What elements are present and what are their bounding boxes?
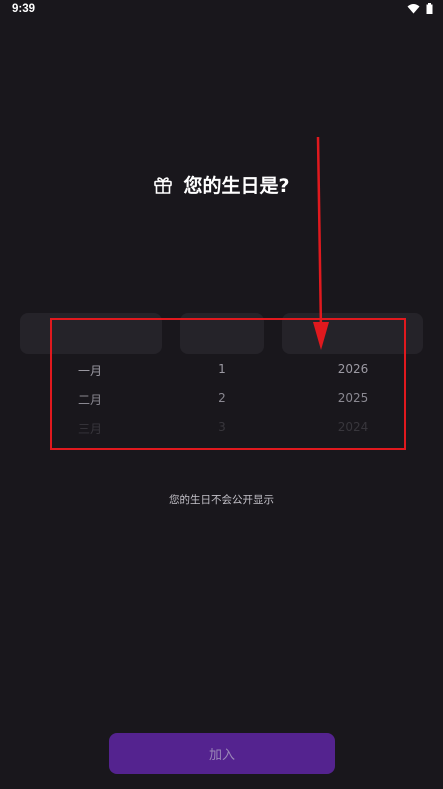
title: 您的生日是? xyxy=(0,171,443,198)
gift-icon xyxy=(154,176,173,194)
annotation-arrow-icon xyxy=(313,136,329,350)
battery-icon xyxy=(426,3,433,14)
annotation-box xyxy=(50,318,406,450)
status-time: 9:39 xyxy=(12,3,36,15)
wifi-icon xyxy=(407,4,420,14)
join-button[interactable]: 加入 xyxy=(109,733,335,774)
status-bar: 9:39 xyxy=(0,0,443,22)
status-icons xyxy=(407,3,433,14)
join-button-label: 加入 xyxy=(208,748,235,763)
privacy-note: 您的生日不会公开显示 xyxy=(169,494,274,506)
page-title: 您的生日是? xyxy=(183,175,290,197)
